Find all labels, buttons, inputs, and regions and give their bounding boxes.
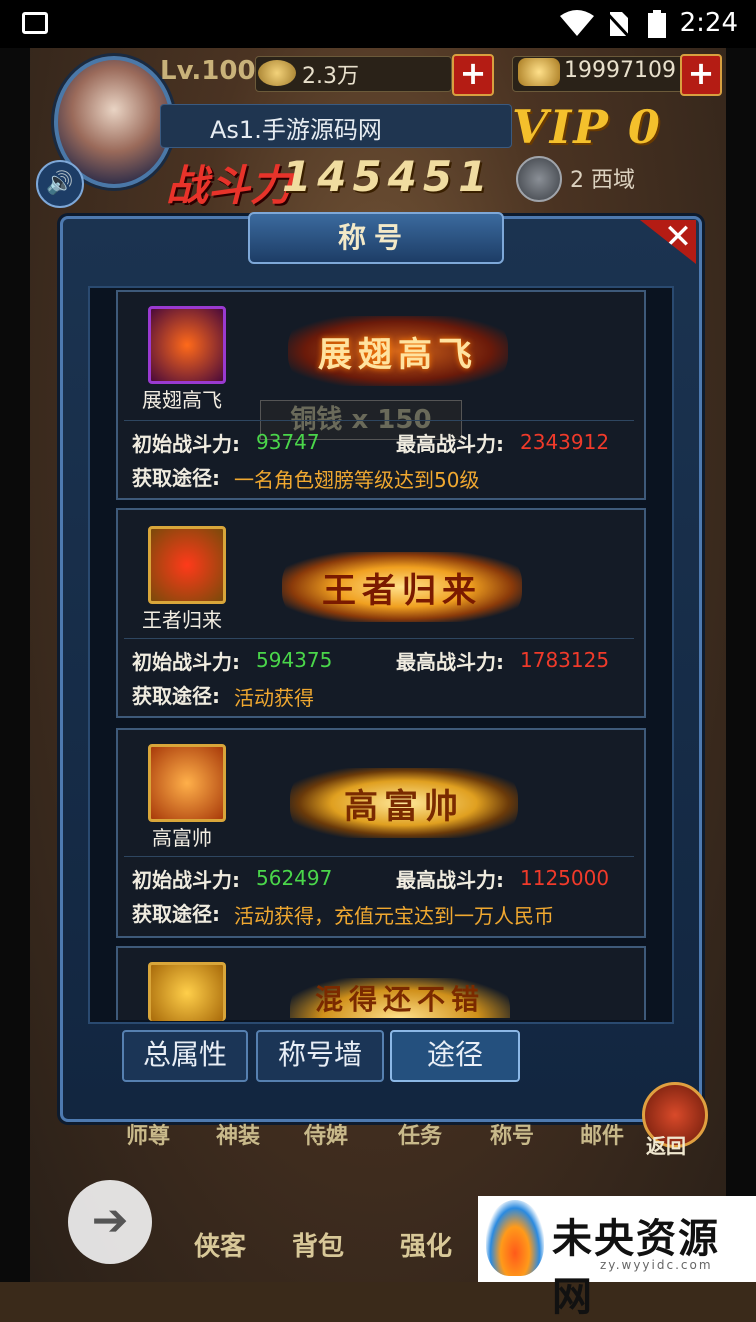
menu-divine-gear[interactable]: 神装 [216, 1118, 260, 1150]
source-label: 获取途径: [132, 466, 220, 490]
tab-title-wall[interactable]: 称号墙 [256, 1030, 384, 1082]
menu-title[interactable]: 称号 [490, 1118, 534, 1150]
max-power-label: 最高战斗力: [396, 650, 504, 674]
sound-icon[interactable]: 🔊 [36, 160, 84, 208]
menu-heroes[interactable]: 侠客 [194, 1226, 246, 1263]
flame-logo-icon [486, 1200, 544, 1276]
title-banner: 高富帅 [290, 768, 518, 838]
initial-power-label: 初始战斗力: [132, 432, 240, 456]
initial-power-value: 562497 [256, 866, 333, 890]
crossed-swords-icon [516, 156, 562, 202]
menu-maid[interactable]: 侍婢 [304, 1118, 348, 1150]
initial-power-value: 93747 [256, 430, 320, 454]
wifi-icon [560, 10, 594, 36]
add-gold-button[interactable]: + [680, 54, 722, 96]
battery-icon [648, 10, 666, 38]
max-power-value: 1125000 [520, 866, 610, 890]
vip-badge[interactable]: VIP 0 [512, 100, 662, 154]
title-name: 高富帅 [152, 826, 212, 850]
tab-total-attributes[interactable]: 总属性 [122, 1030, 248, 1082]
max-power-value: 2343912 [520, 430, 610, 454]
menu-master[interactable]: 师尊 [126, 1118, 170, 1150]
no-sim-icon [606, 10, 630, 38]
image-notification-icon [22, 12, 48, 34]
title-banner: 王者归来 [282, 552, 522, 622]
title-name: 王者归来 [142, 608, 222, 632]
modal-title: 称号 [337, 221, 410, 254]
power-value: 145451 [282, 152, 494, 201]
menu-mail[interactable]: 邮件 [580, 1118, 624, 1150]
mask-emblem-icon [148, 962, 226, 1021]
return-label: 返回 [646, 1134, 686, 1158]
title-banner: 展翅高飞 [288, 316, 508, 386]
menu-bag[interactable]: 背包 [292, 1226, 344, 1263]
initial-power-value: 594375 [256, 648, 333, 672]
source-value: 活动获得，充值元宝达到一万人民币 [234, 904, 554, 928]
source-label: 获取途径: [132, 902, 220, 926]
power-label: 战斗力 [166, 161, 293, 210]
initial-power-label: 初始战斗力: [132, 650, 240, 674]
gold-value: 19997109 [564, 58, 676, 83]
add-copper-button[interactable]: + [452, 54, 494, 96]
server-name: 2 西域 [570, 168, 635, 193]
copper-value: 2.3万 [302, 64, 359, 89]
left-letterbox [0, 48, 30, 1282]
tab-source[interactable]: 途径 [390, 1030, 520, 1082]
source-label: 获取途径: [132, 684, 220, 708]
player-level: Lv.100 [160, 56, 256, 86]
player-name: As1.手游源码网 [210, 116, 382, 144]
status-bar: 2:24 [0, 0, 756, 48]
clock: 2:24 [679, 8, 738, 38]
crown-emblem-icon [148, 526, 226, 604]
title-name: 展翅高飞 [142, 388, 222, 412]
forward-arrow-icon[interactable]: ➔ [68, 1180, 152, 1264]
divider [124, 420, 634, 421]
max-power-value: 1783125 [520, 648, 610, 672]
flame-emblem-icon [148, 744, 226, 822]
source-value: 活动获得 [234, 686, 314, 710]
title-banner: 混得还不错 [290, 978, 510, 1018]
divider [124, 856, 634, 857]
wing-emblem-icon [148, 306, 226, 384]
initial-power-label: 初始战斗力: [132, 868, 240, 892]
menu-quest[interactable]: 任务 [398, 1118, 442, 1150]
max-power-label: 最高战斗力: [396, 868, 504, 892]
menu-enhance[interactable]: 强化 [400, 1226, 452, 1263]
source-value: 一名角色翅膀等级达到50级 [234, 468, 480, 492]
divider [124, 638, 634, 639]
watermark-url: zy.wyyidc.com [600, 1258, 713, 1272]
copper-coin-icon [258, 60, 296, 86]
right-letterbox [726, 48, 756, 1282]
max-power-label: 最高战斗力: [396, 432, 504, 456]
gold-ingot-icon [518, 58, 560, 86]
